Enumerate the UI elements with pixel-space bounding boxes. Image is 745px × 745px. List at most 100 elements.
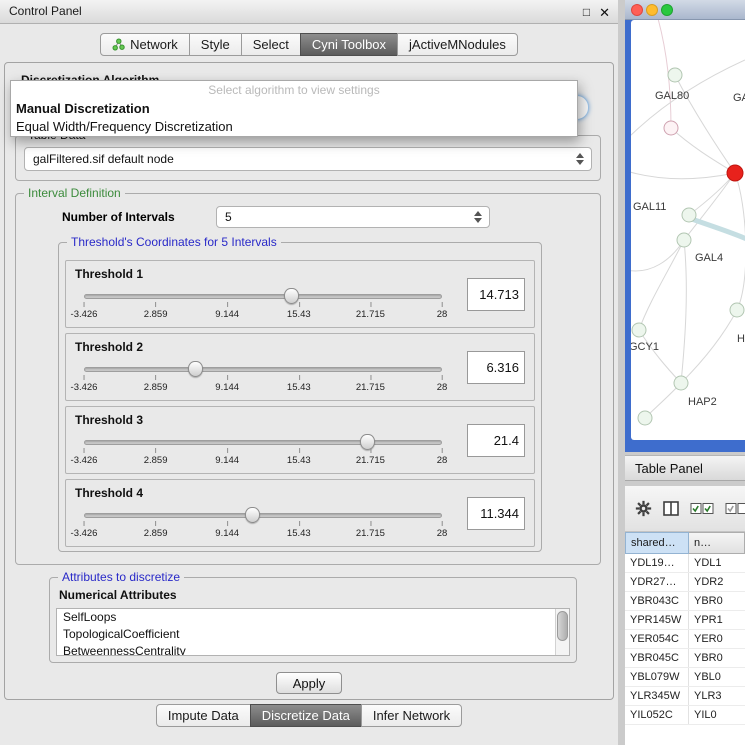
network-edge-bundle xyxy=(689,218,745,240)
table-row[interactable]: YDR27…YDR2 xyxy=(625,573,745,592)
table-row[interactable]: YER054CYER0 xyxy=(625,630,745,649)
slider-track[interactable] xyxy=(84,367,442,372)
scrollbar-thumb[interactable] xyxy=(557,611,568,641)
control-panel-title: Control Panel xyxy=(9,4,82,18)
slider-track[interactable] xyxy=(84,294,442,299)
slider-thumb[interactable] xyxy=(284,288,299,304)
network-node[interactable] xyxy=(632,323,646,337)
bottom-tab-infer-network[interactable]: Infer Network xyxy=(361,704,462,727)
network-window-titlebar xyxy=(625,0,745,20)
apply-button[interactable]: Apply xyxy=(276,672,342,694)
table-cell: YBR045C xyxy=(625,649,689,667)
numerical-attributes-listbox: SelfLoopsTopologicalCoefficientBetweenne… xyxy=(56,608,570,656)
attribute-list-item[interactable]: TopologicalCoefficient xyxy=(57,626,569,643)
thresholds-container: Threshold 1 -3.4262.8599.14415.4321.71528… xyxy=(59,260,541,547)
table-row[interactable]: YIL052CYIL0 xyxy=(625,706,745,725)
table-cell: YIL052C xyxy=(625,706,689,724)
attribute-list-item[interactable]: SelfLoops xyxy=(57,609,569,626)
table-cell: YDR27… xyxy=(625,573,689,591)
threshold-value-input[interactable] xyxy=(467,497,525,530)
slider-thumb[interactable] xyxy=(245,507,260,523)
unselect-checkboxes-icon[interactable] xyxy=(725,502,745,515)
tab-cyni-toolbox[interactable]: Cyni Toolbox xyxy=(300,33,398,56)
table-row[interactable]: YLR345WYLR3 xyxy=(625,687,745,706)
tab-style[interactable]: Style xyxy=(189,33,242,56)
bottom-tab-impute-data[interactable]: Impute Data xyxy=(156,704,251,727)
network-node[interactable] xyxy=(668,68,682,82)
network-node-selected[interactable] xyxy=(727,165,743,181)
tick-label: 2.859 xyxy=(144,382,168,393)
slider-track[interactable] xyxy=(84,513,442,518)
threshold-value-input[interactable] xyxy=(467,278,525,311)
network-node[interactable] xyxy=(730,303,744,317)
threshold-slider[interactable] xyxy=(84,287,442,305)
table-panel-titlebar: Table Panel xyxy=(625,455,745,481)
table-header-row: shared…n… xyxy=(625,532,745,554)
tick-label: 2.859 xyxy=(144,309,168,320)
tab-label: Select xyxy=(253,37,289,52)
dropdown-option-manual-discretization[interactable]: Manual Discretization xyxy=(11,100,577,118)
network-node[interactable] xyxy=(638,411,652,425)
settings-gear-icon[interactable] xyxy=(635,500,652,517)
tick-label: 9.144 xyxy=(215,382,239,393)
table-row[interactable]: YPR145WYPR1 xyxy=(625,611,745,630)
threshold-value-input[interactable] xyxy=(467,351,525,384)
table-cell: YDR2 xyxy=(689,573,745,591)
network-node[interactable] xyxy=(674,376,688,390)
bottom-tab-discretize-data[interactable]: Discretize Data xyxy=(250,704,362,727)
network-canvas[interactable]: GAL80GAGAL11GAL4HGCY1HAP2 xyxy=(631,20,745,440)
close-traffic-light[interactable] xyxy=(631,4,643,16)
dropdown-hint: Select algorithm to view settings xyxy=(11,81,577,100)
float-window-icon[interactable]: □ xyxy=(583,1,590,24)
close-icon[interactable]: ✕ xyxy=(599,1,610,24)
threshold-slider[interactable] xyxy=(84,433,442,451)
tick-label: 28 xyxy=(437,309,448,320)
tab-jactivemnodules[interactable]: jActiveMNodules xyxy=(397,33,518,56)
slider-thumb[interactable] xyxy=(188,361,203,377)
attributes-group-label: Attributes to discretize xyxy=(58,570,184,584)
threshold-slider[interactable] xyxy=(84,506,442,524)
algorithm-dropdown-menu: Select algorithm to view settings Manual… xyxy=(10,80,578,137)
network-node-label: GAL80 xyxy=(655,90,689,102)
slider-thumb[interactable] xyxy=(360,434,375,450)
main-tab-bar: NetworkStyle Select Cyni ToolboxjActiveMNo… xyxy=(0,33,618,56)
network-view-window: GAL80GAGAL11GAL4HGCY1HAP2 xyxy=(625,0,745,452)
number-of-intervals-value: 5 xyxy=(225,210,469,224)
network-node[interactable] xyxy=(677,233,691,247)
attribute-list-item[interactable]: BetweennessCentrality xyxy=(57,643,569,656)
threshold-value-input[interactable] xyxy=(467,424,525,457)
cyni-toolbox-panel: Discretization Algorithm Table Data galF… xyxy=(4,62,614,700)
number-of-intervals-combobox[interactable]: 5 xyxy=(216,206,490,228)
column-chooser-icon[interactable] xyxy=(663,501,679,516)
network-edge xyxy=(681,310,737,383)
threshold-label: Threshold 1 xyxy=(75,267,143,281)
dropdown-option-equal-width-frequency[interactable]: Equal Width/Frequency Discretization xyxy=(11,118,577,136)
table-row[interactable]: YDL19…YDL1 xyxy=(625,554,745,573)
tick-label: 28 xyxy=(437,382,448,393)
tab-network[interactable]: Network xyxy=(100,33,190,56)
zoom-traffic-light[interactable] xyxy=(661,4,673,16)
slider-track[interactable] xyxy=(84,440,442,445)
table-row[interactable]: YBL079WYBL0 xyxy=(625,668,745,687)
table-toolbar xyxy=(625,486,745,532)
table-data-combobox[interactable]: galFiltered.sif default node xyxy=(24,147,592,171)
list-scrollbar[interactable] xyxy=(555,609,569,655)
tab-select[interactable]: Select xyxy=(241,33,301,56)
network-node[interactable] xyxy=(664,121,678,135)
column-header-0[interactable]: shared… xyxy=(625,532,689,554)
bottom-tab-bar: Impute DataDiscretize DataInfer Network xyxy=(0,704,618,727)
select-all-checkboxes-icon[interactable] xyxy=(690,502,714,515)
table-panel-window: shared…n… YDL19…YDL1YDR27…YDR2YBR043CYBR… xyxy=(625,486,745,745)
table-row[interactable]: YBR043CYBR0 xyxy=(625,592,745,611)
slider-tick-labels: -3.4262.8599.14415.4321.71528 xyxy=(84,455,442,468)
table-cell: YBR0 xyxy=(689,592,745,610)
combo-stepper-icon[interactable] xyxy=(474,207,484,227)
network-node[interactable] xyxy=(682,208,696,222)
column-header-1[interactable]: n… xyxy=(689,532,745,554)
table-cell: YLR3 xyxy=(689,687,745,705)
combo-stepper-icon[interactable] xyxy=(576,148,586,170)
threshold-slider[interactable] xyxy=(84,360,442,378)
table-row[interactable]: YBR045CYBR0 xyxy=(625,649,745,668)
minimize-traffic-light[interactable] xyxy=(646,4,658,16)
network-edge xyxy=(631,170,735,179)
